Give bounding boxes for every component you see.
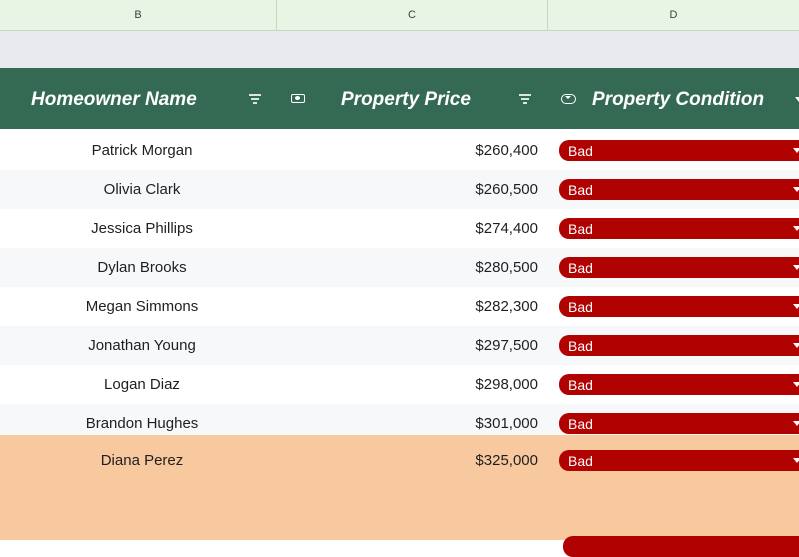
condition-dropdown-chip[interactable]: Bad	[559, 450, 799, 471]
table-row[interactable]: Olivia Clark $260,500 Bad	[0, 170, 799, 209]
chevron-down-icon	[793, 187, 799, 192]
property-price-cell[interactable]: $325,000	[284, 435, 538, 487]
table-row[interactable]: Patrick Morgan $260,400 Bad	[0, 131, 799, 170]
condition-dropdown-chip[interactable]: Bad	[559, 140, 799, 161]
property-price-cell[interactable]: $297,500	[284, 326, 538, 365]
condition-chip-label: Bad	[568, 377, 593, 393]
table-row[interactable]: Megan Simmons $282,300 Bad	[0, 287, 799, 326]
property-price-cell[interactable]: $260,400	[284, 131, 538, 170]
condition-chip-label: Bad	[568, 299, 593, 315]
column-header-bar: B C D	[0, 0, 799, 31]
chevron-down-icon	[793, 421, 799, 426]
homeowner-name-cell[interactable]: Jessica Phillips	[0, 209, 284, 248]
chevron-down-icon	[793, 382, 799, 387]
chevron-down-icon	[793, 343, 799, 348]
condition-dropdown-chip[interactable]: Bad	[559, 179, 799, 200]
condition-dropdown-chip[interactable]: Bad	[559, 413, 799, 434]
table-row[interactable]: Logan Diaz $298,000 Bad	[0, 365, 799, 404]
chevron-down-icon	[793, 226, 799, 231]
homeowner-name-cell[interactable]: Diana Perez	[0, 435, 284, 487]
condition-dropdown-chip[interactable]: Bad	[559, 335, 799, 356]
homeowner-name-cell[interactable]: Patrick Morgan	[0, 131, 284, 170]
condition-dropdown-chip[interactable]: Bad	[559, 296, 799, 317]
column-header-c[interactable]: C	[277, 0, 548, 30]
condition-dropdown-chip[interactable]: Bad	[559, 374, 799, 395]
column-header-d[interactable]: D	[548, 0, 799, 30]
condition-chip-label: Bad	[568, 182, 593, 198]
homeowner-name-cell[interactable]: Megan Simmons	[0, 287, 284, 326]
table-header: Homeowner Name Property Price Property C…	[0, 68, 799, 129]
homeowner-name-cell[interactable]: Dylan Brooks	[0, 248, 284, 287]
money-icon	[291, 94, 305, 103]
filter-icon[interactable]	[519, 94, 531, 104]
condition-chip-label: Bad	[568, 453, 593, 469]
filter-icon[interactable]	[249, 94, 261, 104]
condition-dropdown-chip[interactable]	[563, 536, 799, 557]
condition-chip-label: Bad	[568, 143, 593, 159]
header-property-price[interactable]: Property Price	[341, 68, 471, 129]
property-price-cell[interactable]: $274,400	[284, 209, 538, 248]
header-homeowner-name[interactable]: Homeowner Name	[31, 68, 197, 129]
chevron-down-icon	[793, 265, 799, 270]
table-row[interactable]: Diana Perez $325,000 Bad	[0, 435, 799, 557]
chevron-down-icon	[793, 458, 799, 463]
header-property-condition[interactable]: Property Condition	[592, 68, 764, 129]
condition-chip-label: Bad	[568, 338, 593, 354]
property-price-cell[interactable]: $280,500	[284, 248, 538, 287]
property-price-cell[interactable]: $282,300	[284, 287, 538, 326]
condition-dropdown-chip[interactable]: Bad	[559, 218, 799, 239]
table-row[interactable]: Jonathan Young $297,500 Bad	[0, 326, 799, 365]
empty-row[interactable]	[0, 31, 799, 68]
column-header-b[interactable]: B	[0, 0, 277, 30]
condition-chip-label: Bad	[568, 416, 593, 432]
table-row[interactable]: Jessica Phillips $274,400 Bad	[0, 209, 799, 248]
chevron-down-icon[interactable]	[795, 97, 799, 102]
condition-chip-label: Bad	[568, 221, 593, 237]
homeowner-name-cell[interactable]: Logan Diaz	[0, 365, 284, 404]
chevron-down-icon	[793, 148, 799, 153]
condition-chip-label: Bad	[568, 260, 593, 276]
chevron-down-icon	[793, 304, 799, 309]
homeowner-name-cell[interactable]: Jonathan Young	[0, 326, 284, 365]
property-price-cell[interactable]: $298,000	[284, 365, 538, 404]
table-row[interactable]: Dylan Brooks $280,500 Bad	[0, 248, 799, 287]
condition-dropdown-chip[interactable]: Bad	[559, 257, 799, 278]
homeowner-name-cell[interactable]: Olivia Clark	[0, 170, 284, 209]
dropdown-type-icon	[561, 94, 576, 104]
property-price-cell[interactable]: $260,500	[284, 170, 538, 209]
